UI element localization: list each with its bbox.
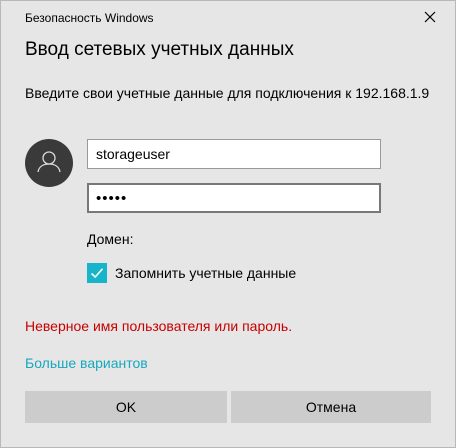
user-silhouette-icon — [37, 151, 61, 173]
ok-button-label: OK — [115, 399, 137, 415]
password-field[interactable] — [87, 183, 381, 213]
domain-label: Домен: — [87, 231, 134, 247]
connection-prompt: Введите свои учетные данные для подключе… — [25, 85, 430, 101]
cancel-button[interactable]: Отмена — [231, 391, 431, 423]
close-button[interactable] — [421, 8, 439, 26]
username-field[interactable] — [87, 139, 381, 169]
remember-credentials-label: Запомнить учетные данные — [115, 265, 297, 281]
checkmark-icon — [90, 268, 104, 279]
remember-credentials-checkbox[interactable] — [87, 263, 107, 283]
ok-button[interactable]: OK — [25, 391, 227, 423]
credentials-dialog: Безопасность Windows Ввод сетевых учетны… — [0, 0, 456, 448]
more-options-link[interactable]: Больше вариантов — [25, 354, 148, 372]
error-message: Неверное имя пользователя или пароль. — [25, 318, 293, 334]
close-icon — [424, 11, 436, 23]
window-title: Безопасность Windows — [25, 11, 154, 25]
dialog-heading: Ввод сетевых учетных данных — [25, 39, 294, 60]
title-bar: Безопасность Windows — [1, 1, 455, 33]
cancel-button-label: Отмена — [305, 399, 357, 415]
remember-credentials-row[interactable]: Запомнить учетные данные — [87, 263, 296, 283]
avatar — [25, 139, 73, 187]
